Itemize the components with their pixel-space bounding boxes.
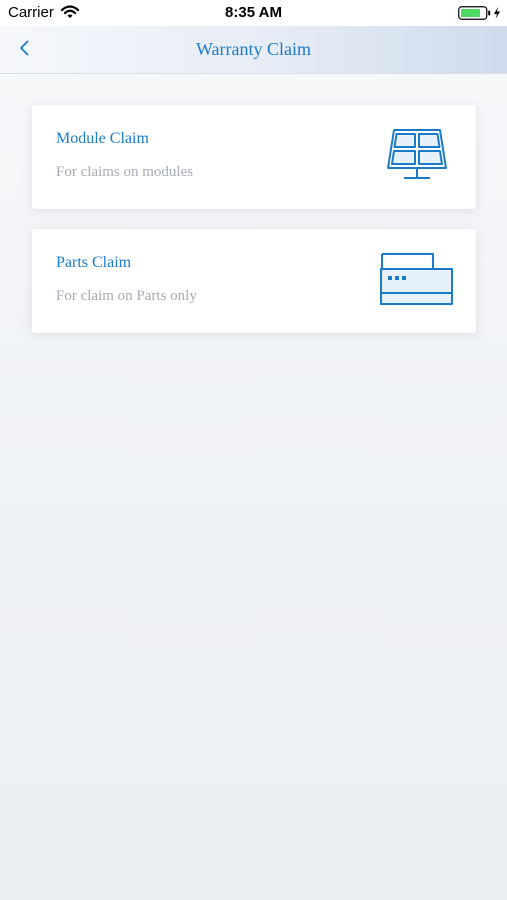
device-box-icon bbox=[378, 249, 454, 312]
solar-panel-icon bbox=[384, 128, 450, 187]
battery-charging-icon bbox=[458, 6, 502, 25]
module-claim-title: Module Claim bbox=[56, 130, 149, 147]
module-claim-subtitle: For claims on modules bbox=[56, 164, 194, 180]
parts-claim-card[interactable]: Parts Claim For claim on Parts only bbox=[32, 229, 476, 333]
navigation-bar: Warranty Claim bbox=[0, 26, 507, 74]
module-claim-card[interactable]: Module Claim For claims on modules bbox=[32, 105, 476, 209]
parts-claim-subtitle: For claim on Parts only bbox=[56, 288, 197, 304]
status-time: 8:35 AM bbox=[225, 4, 282, 21]
page-title: Warranty Claim bbox=[195, 39, 311, 59]
status-bar: Carrier 8:35 AM bbox=[0, 0, 507, 26]
parts-claim-title: Parts Claim bbox=[56, 254, 132, 271]
